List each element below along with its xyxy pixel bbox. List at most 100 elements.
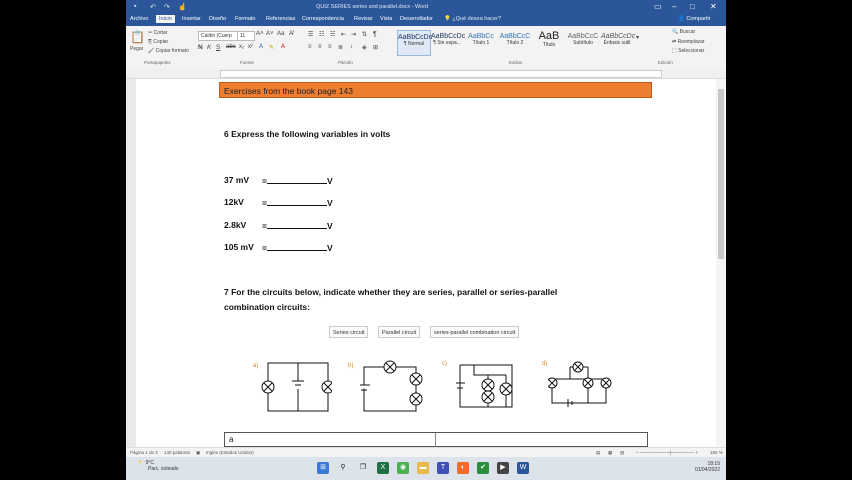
file-explorer-icon[interactable]: ▬ [417, 462, 429, 474]
touch-mode-icon[interactable]: ☝ [178, 3, 187, 11]
clock[interactable]: 18:15 01/04/2022 [682, 461, 720, 473]
bullets-icon[interactable]: ☰ [308, 31, 313, 38]
tab-revisar[interactable]: Revisar [354, 16, 373, 22]
page-count[interactable]: Página 1 de 2 [130, 450, 158, 455]
ribbon-options-icon[interactable]: ▭ [654, 2, 662, 11]
paste-button[interactable]: Pegar [130, 46, 143, 52]
align-right-icon[interactable]: ≡ [328, 44, 332, 50]
print-layout-icon[interactable]: ▦ [608, 450, 612, 456]
tab-archivo[interactable]: Archivo [130, 16, 148, 22]
save-icon[interactable]: ▪ [134, 3, 136, 10]
answer-blank[interactable] [266, 242, 327, 251]
style-normal[interactable]: AaBbCcDc ¶ Normal [397, 30, 432, 56]
tab-correspondencia[interactable]: Correspondencia [302, 16, 344, 22]
undo-icon[interactable]: ↶ [150, 3, 156, 11]
tell-me-search[interactable]: 💡 ¿Qué desea hacer? [444, 16, 501, 22]
option-parallel-circuit[interactable]: Parallel circuit [378, 326, 421, 338]
clear-format-icon[interactable]: A̸ [289, 31, 293, 37]
share-button[interactable]: 👤 Compartir [678, 16, 711, 22]
decrease-indent-icon[interactable]: ⇤ [341, 31, 346, 38]
weather-widget[interactable]: ⛅ 9°C Parc. soleado [138, 460, 179, 472]
style-subtitle[interactable]: AaBbCcC Subtítulo [567, 30, 599, 54]
chrome-icon[interactable]: ◉ [397, 462, 409, 474]
option-series-parallel[interactable]: series-parallel combination circuit [430, 326, 520, 338]
search-icon[interactable]: ⚲ [337, 462, 349, 474]
numbering-icon[interactable]: ☷ [319, 31, 324, 38]
media-player-icon[interactable]: ▶ [497, 462, 509, 474]
app-icon[interactable]: ✔ [477, 462, 489, 474]
scroll-thumb[interactable] [718, 89, 724, 259]
multilevel-list-icon[interactable]: ☵ [330, 31, 335, 38]
italic-icon[interactable]: K [207, 44, 211, 51]
style-heading-2[interactable]: AaBbCcC Título 2 [499, 30, 531, 54]
answer-table[interactable]: a [224, 432, 648, 447]
style-subtle-emphasis[interactable]: AaBbCcDc Énfasis sutil [601, 30, 635, 54]
windows-start-icon[interactable]: ⊞ [317, 462, 329, 474]
excel-icon[interactable]: X [377, 462, 389, 474]
language[interactable]: Inglés (Estados Unidos) [206, 450, 254, 455]
word-icon[interactable]: W [517, 462, 529, 474]
option-series-circuit[interactable]: Series circuit [329, 326, 369, 338]
tab-formato[interactable]: Formato [235, 16, 255, 22]
font-name-select[interactable]: Calibri (Cuerp [198, 31, 238, 41]
task-view-icon[interactable]: ❐ [357, 462, 369, 474]
line-spacing-icon[interactable]: ↕ [350, 44, 353, 50]
web-layout-icon[interactable]: ▥ [620, 450, 624, 456]
change-case-icon[interactable]: Aa [277, 31, 284, 37]
bold-icon[interactable]: N [198, 44, 203, 51]
underline-icon[interactable]: S [216, 44, 220, 51]
tab-desarrollador[interactable]: Desarrollador [400, 16, 433, 22]
tab-referencias[interactable]: Referencias [266, 16, 295, 22]
select-button[interactable]: ⬚ Seleccionar [672, 48, 704, 54]
highlight-icon[interactable]: ✎ [269, 44, 274, 51]
zoom-level[interactable]: 160 % [710, 450, 723, 455]
firefox-icon[interactable]: ◐ [457, 462, 469, 474]
maximize-icon[interactable]: □ [690, 2, 695, 11]
subscript-icon[interactable]: x₂ [239, 44, 244, 50]
format-painter-button[interactable]: 🖌 Copiar formato [148, 48, 189, 54]
font-color-icon[interactable]: A [281, 44, 285, 50]
style-heading-1[interactable]: AaBbCc Título 1 [465, 30, 497, 54]
styles-more-icon[interactable]: ▾ [636, 34, 639, 41]
justify-icon[interactable]: ≣ [338, 44, 343, 51]
close-icon[interactable]: ✕ [710, 2, 717, 11]
answer-blank[interactable] [266, 197, 327, 206]
cut-button[interactable]: ✂ Cortar [148, 30, 168, 36]
grow-font-icon[interactable]: A˄ [256, 31, 264, 37]
tab-inicio[interactable]: Inicio [156, 15, 175, 23]
paste-icon[interactable]: 📋 [130, 30, 145, 44]
answer-cell-a[interactable]: a [229, 435, 233, 444]
show-marks-icon[interactable]: ¶ [373, 31, 377, 38]
tab-insertar[interactable]: Insertar [182, 16, 201, 22]
ruler[interactable] [126, 68, 726, 79]
vertical-scrollbar[interactable] [716, 79, 726, 447]
teams-icon[interactable]: T [437, 462, 449, 474]
align-center-icon[interactable]: ≡ [318, 44, 322, 50]
tab-diseno[interactable]: Diseño [209, 16, 226, 22]
proofing-icon[interactable]: ▣ [196, 450, 200, 456]
sort-icon[interactable]: ⇅ [362, 31, 367, 38]
tab-vista[interactable]: Vista [380, 16, 392, 22]
answer-blank[interactable] [266, 175, 327, 184]
minimize-icon[interactable]: – [672, 2, 676, 11]
superscript-icon[interactable]: x² [248, 44, 253, 50]
read-mode-icon[interactable]: ▤ [596, 450, 600, 456]
replace-button[interactable]: ⇄ Reemplazar [672, 39, 705, 45]
font-size-select[interactable]: 11 [237, 31, 255, 41]
style-title[interactable]: AaB Título [533, 30, 565, 54]
borders-icon[interactable]: ⊞ [373, 44, 378, 51]
align-left-icon[interactable]: ≡ [308, 44, 312, 50]
word-count[interactable]: 140 palabras [164, 450, 190, 455]
strikethrough-icon[interactable]: abc [226, 44, 236, 50]
answer-blank[interactable] [266, 220, 327, 229]
document-page[interactable]: Exercises from the book page 143 6 Expre… [136, 79, 716, 447]
copy-button[interactable]: ⎘ Copiar [148, 39, 168, 45]
redo-icon[interactable]: ↷ [164, 3, 170, 11]
shading-icon[interactable]: ◆ [362, 44, 367, 51]
find-button[interactable]: 🔍 Buscar [672, 29, 695, 35]
text-effects-icon[interactable]: A [259, 44, 263, 50]
increase-indent-icon[interactable]: ⇥ [351, 31, 356, 38]
zoom-slider[interactable]: – ─────────┼─────── + [636, 450, 698, 455]
style-no-spacing[interactable]: AaBbCcDc ¶ Sin espa... [431, 30, 465, 54]
shrink-font-icon[interactable]: A˅ [266, 31, 274, 37]
